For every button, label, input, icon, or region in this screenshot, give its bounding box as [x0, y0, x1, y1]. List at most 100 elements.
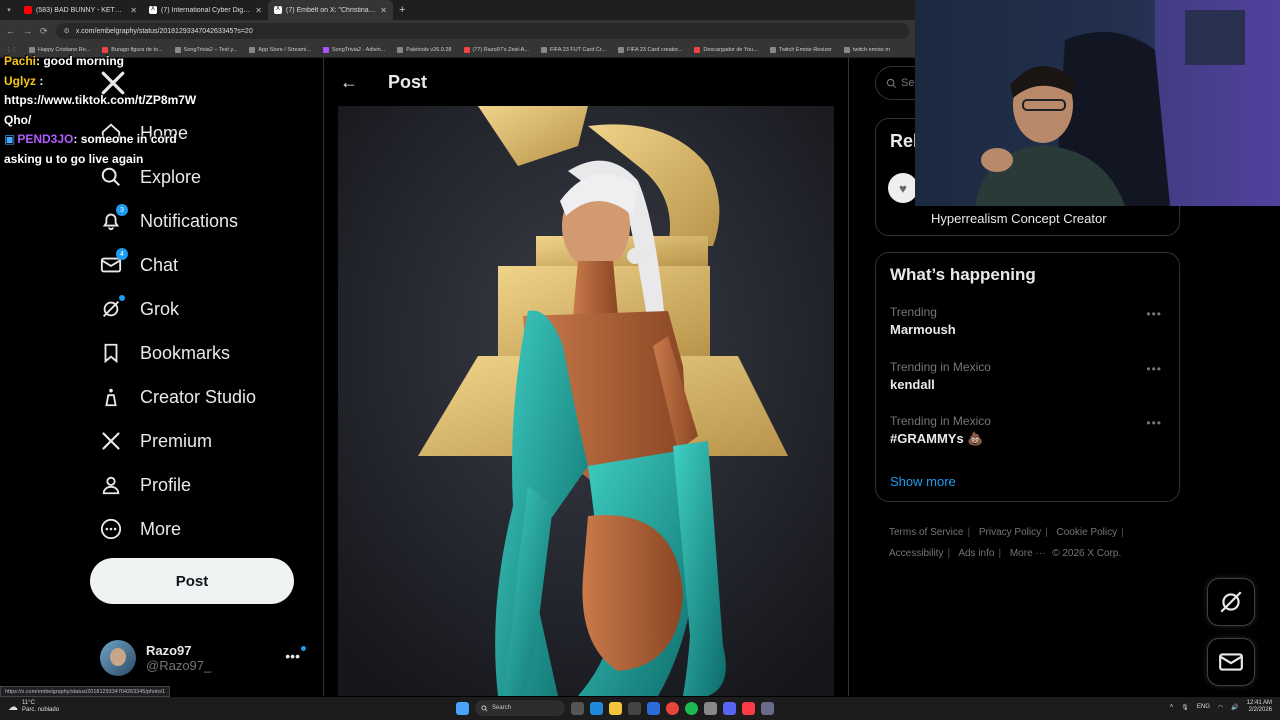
footer-link[interactable]: Privacy Policy: [979, 527, 1041, 538]
x-logo-icon: X: [149, 6, 157, 14]
nav-profile[interactable]: Profile: [100, 470, 191, 500]
weather-desc: Parc. nublado: [22, 707, 60, 713]
more-dots-icon[interactable]: •••: [1146, 362, 1162, 376]
search-input[interactable]: Se: [875, 66, 915, 100]
reload-icon[interactable]: ⟳: [40, 26, 48, 37]
language-indicator[interactable]: ENG: [1197, 704, 1210, 710]
bookmark-item[interactable]: Paletools v26.0.28: [397, 46, 452, 53]
taskbar-search[interactable]: Search: [475, 700, 565, 716]
weather-widget[interactable]: ☁ 11°C Parc. nublado: [8, 700, 59, 714]
chat-badge: 4: [116, 248, 128, 260]
avatar: [100, 640, 136, 676]
new-tab-button[interactable]: +: [393, 4, 411, 16]
trend-name: Marmoush: [890, 322, 956, 337]
nav-creator-studio[interactable]: Creator Studio: [100, 382, 256, 412]
spotify-icon[interactable]: [685, 701, 698, 715]
browser-tab-1[interactable]: (583) BAD BUNNY - KETU TeCh ✕: [18, 0, 143, 20]
nav-bookmarks[interactable]: Bookmarks: [100, 338, 230, 368]
taskbar-apps: Search: [456, 700, 774, 716]
bookmark-item[interactable]: twitch emote m: [843, 46, 890, 53]
store-icon[interactable]: [628, 701, 641, 715]
messages-button[interactable]: [1207, 638, 1255, 686]
discord-icon[interactable]: [723, 701, 736, 715]
chat-message: Pachi: good morning: [4, 54, 124, 68]
music-icon[interactable]: [742, 701, 755, 715]
grok-button[interactable]: [1207, 578, 1255, 626]
footer-link[interactable]: More ···: [1010, 548, 1046, 559]
back-arrow-icon[interactable]: ←: [340, 72, 358, 93]
wifi-icon[interactable]: ◠: [1218, 704, 1223, 711]
tab-title: (7) International Cyber Digest o: [161, 6, 252, 14]
post-image[interactable]: [338, 106, 834, 696]
clock-time: 12:41 AM: [1246, 700, 1272, 706]
bookmark-item[interactable]: Descargador de You...: [694, 46, 758, 53]
mail-app-icon[interactable]: [647, 701, 660, 715]
browser-tab-bar: ▾ (583) BAD BUNNY - KETU TeCh ✕ X (7) In…: [0, 0, 915, 20]
clock[interactable]: 12:41 AM 2/2/2026: [1247, 700, 1272, 714]
nav-chat[interactable]: 4 Chat: [100, 248, 179, 280]
taskbar-search-label: Search: [492, 705, 512, 711]
trend-item[interactable]: Trending in Mexico #GRAMMYs 💩 •••: [890, 414, 1170, 447]
panel-heading: Rel: [890, 131, 919, 151]
profile-bio: Hyperrealism Concept Creator: [931, 211, 1107, 226]
app-icon[interactable]: [761, 701, 774, 715]
chat-message: Qho/: [4, 112, 32, 127]
close-icon[interactable]: ✕: [255, 6, 262, 15]
edge-icon[interactable]: [590, 701, 603, 715]
site-info-icon[interactable]: ⚙: [64, 27, 70, 35]
nav-label: Profile: [140, 474, 192, 495]
nav-label: More: [140, 518, 182, 539]
url-field[interactable]: ⚙ x.com/embelgraphy/status/2018129334704…: [55, 23, 909, 39]
chevron-up-icon[interactable]: ˄: [1170, 704, 1174, 710]
chrome-icon[interactable]: [666, 701, 679, 715]
copyright: © 2026 X Corp.: [1052, 548, 1122, 559]
forward-arrow-icon[interactable]: →: [23, 26, 32, 36]
footer-link[interactable]: Ads info: [958, 548, 994, 559]
task-view-icon[interactable]: [571, 701, 584, 715]
trend-item[interactable]: Trending in Mexico kendall •••: [890, 360, 1170, 392]
bookmark-item[interactable]: Twitch Emote Resizer: [769, 46, 832, 53]
back-arrow-icon[interactable]: ←: [6, 26, 15, 36]
volume-icon[interactable]: 🔊: [1231, 704, 1238, 711]
more-dots-icon[interactable]: •••: [1146, 307, 1162, 321]
divider: [848, 58, 849, 696]
nav-grok[interactable]: Grok: [100, 294, 179, 324]
footer-link[interactable]: Accessibility: [889, 548, 943, 559]
mail-icon: 4: [100, 248, 128, 276]
trend-item[interactable]: Trending Marmoush •••: [890, 305, 1170, 337]
url-text: x.com/embelgraphy/status/201812933470426…: [75, 27, 253, 35]
browser-tab-3[interactable]: X (7) Embelt on X: "Christina Agui ✕: [268, 0, 393, 20]
trend-context: Trending: [890, 305, 937, 319]
footer-link[interactable]: Cookie Policy: [1057, 527, 1118, 538]
bookmark-item[interactable]: (77) Razo97's Zest-A...: [463, 46, 529, 53]
panel-heading: What’s happening: [890, 265, 1036, 284]
bookmark-item[interactable]: FIFA 23 FUT Card Cr...: [540, 46, 606, 53]
nav-premium[interactable]: Premium: [100, 426, 212, 456]
grok-dot-badge: [119, 295, 125, 301]
tab-menu-icon[interactable]: ▾: [0, 6, 18, 14]
trend-name: kendall: [890, 377, 935, 392]
account-switcher[interactable]: Razo97 @Razo97_ •••: [100, 638, 310, 678]
youtube-icon: [24, 6, 32, 14]
footer-link[interactable]: Terms of Service: [889, 527, 963, 538]
show-more-link[interactable]: Show more: [890, 474, 956, 489]
person-icon: [100, 474, 122, 496]
chat-message: asking u to go live again: [4, 151, 144, 166]
close-icon[interactable]: ✕: [380, 6, 387, 15]
windows-start-icon[interactable]: [456, 701, 469, 715]
bookmark-item[interactable]: SongTrivia2 - Adivin...: [322, 46, 385, 53]
nav-notifications[interactable]: 3 Notifications: [100, 204, 238, 236]
file-explorer-icon[interactable]: [609, 701, 622, 715]
more-dots-icon[interactable]: •••: [1146, 416, 1162, 430]
close-icon[interactable]: ✕: [130, 6, 137, 15]
more-dots-icon[interactable]: •••: [285, 646, 306, 664]
nav-label: Chat: [140, 254, 179, 275]
post-button[interactable]: Post: [90, 558, 294, 604]
microphone-icon[interactable]: 🎙: [1181, 704, 1189, 711]
bookmark-item[interactable]: FIFA 23 Card creator...: [618, 46, 682, 53]
stream-chat-overlay: Pachi: good morning Uglyz : https://www.…: [0, 52, 320, 169]
heart-avatar-icon[interactable]: ♥: [888, 173, 918, 203]
browser-tab-2[interactable]: X (7) International Cyber Digest o ✕: [143, 0, 268, 20]
obs-icon[interactable]: [704, 701, 717, 715]
nav-more[interactable]: More: [100, 514, 181, 544]
